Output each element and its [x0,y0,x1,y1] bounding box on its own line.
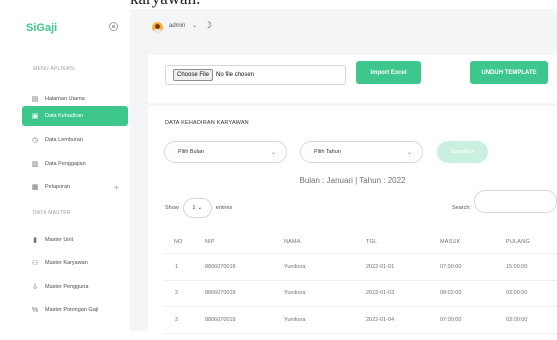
percent-icon: % [31,306,39,314]
column-header-nama[interactable]: NAMA [284,239,301,245]
topbar: admin ⌄ ☽ [130,9,557,45]
cell-nama: Yunikora [284,317,306,323]
chevron-down-icon: ⌄ [197,205,203,211]
brand-logo[interactable]: SiGaji [26,22,57,34]
cell-nama: Yunikora [284,264,306,270]
sidebar-item-master-pengguna[interactable]: ⍙ Master Pengguna [12,277,128,297]
entries-control: Show 1 ⌄ entries [165,198,232,218]
document-icon: ▦ [31,184,39,191]
lock-icon: ⍙ [32,283,38,290]
cell-pulang: 15:00:00 [506,264,528,270]
cell-tgl: 2022-01-03 [366,290,395,296]
column-header-tgl[interactable]: TGL [366,239,377,245]
month-select[interactable]: Pilih Bulan ⌄ [164,141,287,163]
chevron-down-icon: ⌄ [270,149,276,156]
section-data-master: DATA MASTER [33,210,71,216]
column-header-masuk[interactable]: MASUK [440,239,461,245]
year-select-value: Pilih Tahun [314,149,341,155]
avatar[interactable] [152,22,163,33]
choose-file-button[interactable]: Choose File [173,69,214,81]
sidebar-item-label: Master Potongan Gaji [45,307,99,313]
cell-tgl: 2022-01-04 [366,317,395,323]
search-label: Search: [452,205,471,211]
sidebar-item-data-penggajian[interactable]: ▥ Data Penggajian [12,154,128,174]
cell-no: 3 [175,317,179,323]
period-label: Bulan : Januari | Tahun : 2022 [299,176,406,185]
sidebar-item-label: Pelaporan [45,184,71,190]
upload-card: Choose File No file chosen Import Excel … [148,55,557,103]
download-template-button[interactable]: UNDUH TEMPLATE [470,61,548,84]
attendance-card: DATA KEHADIRAN KARYAWAN Pilih Bulan ⌄ Pi… [148,106,557,340]
cut-text: karyawan. [130,0,200,9]
table-divider [164,306,557,307]
cell-masuk: 08:02:00 [440,290,462,296]
sidebar-item-pelaporan[interactable]: ▦ Pelaporan + [12,177,128,197]
cell-no: 1 [175,264,179,270]
sidebar-item-label: Master Unit [45,237,74,243]
show-label: Show [165,205,179,211]
expand-plus-icon[interactable]: + [114,183,119,192]
cell-nip: 8806070018 [205,317,236,323]
cell-nip: 8806070018 [205,264,236,270]
users-icon: ⚇ [31,260,39,267]
moon-icon[interactable]: ☽ [204,20,212,31]
sidebar-item-label: Data Penggajian [45,161,86,167]
cell-pulang: 03:00:00 [506,290,528,296]
sidebar-toggle-icon[interactable] [109,22,118,31]
cell-no: 2 [175,290,179,296]
sidebar-item-master-karyawan[interactable]: ⚇ Master Karyawan [12,253,128,273]
month-select-value: Pilih Bulan [178,149,204,155]
file-input[interactable]: Choose File No file chosen [165,65,346,85]
cell-pulang: 03:00:00 [506,317,528,323]
entries-select[interactable]: 1 ⌄ [182,198,212,218]
calendar-icon: ▣ [31,113,39,120]
sidebar-item-master-potongan-gaji[interactable]: % Master Potongan Gaji [12,300,128,320]
sidebar-item-label: Data Lemburan [45,137,83,143]
sidebar-item-label: Data Kehadiran [45,113,84,119]
sidebar-item-data-lemburan[interactable]: ◷ Data Lemburan [12,130,128,150]
sidebar-item-label: Halaman Utama [45,96,85,102]
sidebar-item-label: Master Pengguna [45,284,89,290]
section-menu-aplikasi: MENU APLIKASI [33,66,75,72]
previous-text-fragment: karyawan. [0,0,557,9]
sidebar: SiGaji MENU APLIKASI ▤ Halaman Utama ▣ D… [12,9,130,331]
column-header-nip[interactable]: NIP [205,239,215,245]
card-title: DATA KEHADIRAN KARYAWAN [165,120,249,126]
chevron-down-icon[interactable]: ⌄ [192,22,197,29]
show-button[interactable]: Tampilkan [437,141,488,163]
import-excel-button[interactable]: Import Excel [356,61,421,84]
money-icon: ▥ [31,161,39,168]
cell-tgl: 2022-01-01 [366,264,395,270]
cell-masuk: 07:00:00 [440,264,462,270]
sidebar-item-label: Master Karyawan [45,260,88,266]
dashboard-icon: ▤ [31,96,39,103]
cell-masuk: 07:00:00 [440,317,462,323]
chevron-down-icon: ⌄ [406,149,412,156]
search-input[interactable] [474,190,557,213]
cell-nama: Yunikora [284,290,306,296]
column-header-pulang[interactable]: PULANG [506,239,530,245]
year-select[interactable]: Pilih Tahun ⌄ [300,141,423,163]
cell-nip: 8806070018 [205,290,236,296]
file-status: No file chosen [216,72,255,78]
user-name[interactable]: admin [169,23,185,29]
sidebar-item-data-kehadiran[interactable]: ▣ Data Kehadiran [22,106,128,126]
table-divider [164,280,557,281]
building-icon: ▮ [33,237,37,244]
table-divider [164,253,557,254]
column-header-no[interactable]: NO [174,239,183,245]
entries-label: entries [215,205,233,211]
app-window: SiGaji MENU APLIKASI ▤ Halaman Utama ▣ D… [12,9,557,340]
clock-icon: ◷ [31,137,39,144]
entries-value: 1 [192,205,196,211]
table-divider [164,333,557,334]
sidebar-item-master-unit[interactable]: ▮ Master Unit [12,230,128,250]
